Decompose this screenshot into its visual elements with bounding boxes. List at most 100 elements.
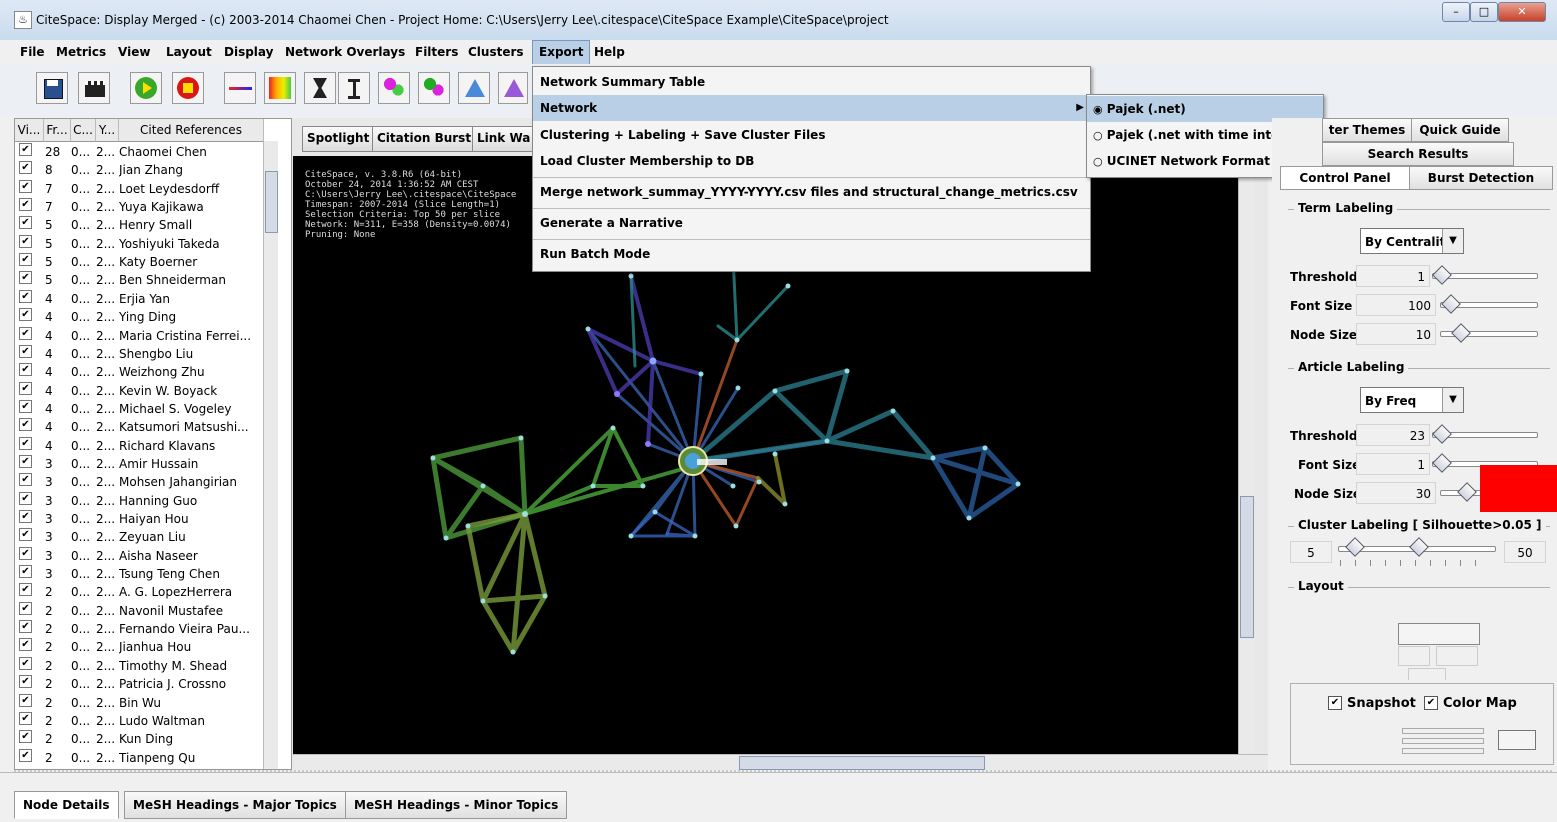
menu-view[interactable]: View [112,40,156,64]
table-row[interactable]: ✔ 3 0... 2... Aisha Naseer [15,546,277,565]
header-year[interactable]: Y... [96,119,119,142]
table-row[interactable]: ✔ 4 0... 2... Ying Ding [15,308,277,326]
header-cited-references[interactable]: Cited References [119,119,264,142]
visible-checkbox[interactable]: ✔ [19,418,32,432]
line-icon[interactable] [224,72,256,104]
table-row[interactable]: ✔ 28 0... 2... Chaomei Chen [15,143,277,161]
table-row[interactable]: ✔ 2 0... 2... Tianpeng Qu [15,748,277,767]
cluster-green-icon[interactable] [418,72,450,104]
table-row[interactable]: ✔ 4 0... 2... Richard Klavans [15,436,277,455]
save-icon[interactable] [36,72,68,104]
header-visible[interactable]: Vi... [15,119,44,142]
table-row[interactable]: ✔ 2 0... 2... Fernando Vieira Pau... [15,620,277,638]
visible-checkbox[interactable]: ✔ [19,454,32,468]
term-node-size-value[interactable]: 10 [1356,323,1436,345]
menu-metrics[interactable]: Metrics [50,40,112,64]
visible-checkbox[interactable]: ✔ [19,143,32,156]
term-threshold-value[interactable]: 1 [1356,265,1430,287]
slider-thumb[interactable] [1457,482,1477,502]
tab-node-details[interactable]: Node Details [14,791,119,819]
table-row[interactable]: ✔ 2 0... 2... Patricia J. Crossno [15,675,277,693]
tab-mesh-minor-topics[interactable]: MeSH Headings - Minor Topics [345,791,568,819]
header-centrality[interactable]: C... [71,119,96,142]
table-row[interactable]: ✔ 2 0... 2... Ludo Waltman [15,711,277,730]
table-row[interactable]: ✔ 5 0... 2... Katy Boerner [15,253,277,271]
tab-quick-guide[interactable]: Quick Guide [1411,118,1509,142]
article-font-size-value[interactable]: 1 [1356,453,1430,475]
cluster-labeling-min[interactable]: 5 [1290,541,1332,563]
menu-item-merge-network-summary[interactable]: Merge network_summay_YYYY-YYYY.csv files… [533,179,1090,205]
table-row[interactable]: ✔ 2 0... 2... Kun Ding [15,730,277,748]
slider-thumb[interactable] [1432,424,1452,444]
cluster-icon[interactable] [378,72,410,104]
menu-item-network[interactable]: Network ▶ [533,95,1090,121]
table-row[interactable]: ✔ 3 0... 2... Amir Hussain [15,454,277,473]
table-row[interactable]: ✔ 7 0... 2... Yuya Kajikawa [15,198,277,216]
table-row[interactable]: ✔ 3 0... 2... Hanning Guo [15,491,277,510]
tab-burst-detection[interactable]: Burst Detection [1409,166,1553,190]
table-row[interactable]: ✔ 4 0... 2... Michael S. Vogeley [15,399,277,418]
menu-file[interactable]: File [14,40,51,64]
menu-layout[interactable]: Layout [160,40,218,64]
table-row[interactable]: ✔ 4 0... 2... Kevin W. Boyack [15,381,277,400]
article-node-size-value[interactable]: 30 [1356,482,1436,504]
table-row[interactable]: ✔ 3 0... 2... Mohsen Jahangirian [15,473,277,491]
visible-checkbox[interactable]: ✔ [19,675,32,689]
visible-checkbox[interactable]: ✔ [19,399,32,413]
citation-burst-button[interactable]: Citation Burst [372,126,477,152]
triangle-purple-icon[interactable] [498,72,528,104]
table-row[interactable]: ✔ 3 0... 2... Zeyuan Liu [15,528,277,546]
play-icon[interactable] [130,72,162,104]
table-row[interactable]: ✔ 2 0... 2... Timothy M. Shead [15,656,277,675]
clapperboard-icon[interactable] [78,72,110,104]
menu-item-generate-narrative[interactable]: Generate a Narrative [533,210,1090,236]
visible-checkbox[interactable]: ✔ [19,601,32,615]
table-row[interactable]: ✔ 2 0... 2... Navonil Mustafee [15,601,277,620]
visible-checkbox[interactable]: ✔ [19,436,32,450]
maximize-button[interactable]: □ [1470,2,1498,22]
table-row[interactable]: ✔ 4 0... 2... Weizhong Zhu [15,363,277,381]
menu-item-load-cluster-membership[interactable]: Load Cluster Membership to DB [533,148,1090,174]
visible-checkbox[interactable]: ✔ [19,620,32,634]
menu-filters[interactable]: Filters [409,40,464,64]
slider-thumb[interactable] [1432,265,1452,285]
term-font-size-value[interactable]: 100 [1356,294,1436,316]
visible-checkbox[interactable]: ✔ [19,363,32,377]
triangle-icon[interactable] [458,72,490,104]
slider-thumb-low[interactable] [1345,537,1365,557]
slider-thumb[interactable] [1451,323,1471,343]
color-map-checkbox[interactable]: ✔ [1424,696,1438,710]
slider-thumb[interactable] [1441,294,1461,314]
slider-thumb-high[interactable] [1409,537,1429,557]
table-row[interactable]: ✔ 2 0... 2... A. G. LopezHerrera [15,583,277,601]
visible-checkbox[interactable]: ✔ [19,344,32,358]
timeline-icon[interactable] [338,72,370,104]
tab-control-panel[interactable]: Control Panel [1280,166,1410,190]
stop-icon[interactable] [172,72,204,104]
header-frequency[interactable]: Fr... [44,119,71,142]
table-row[interactable]: ✔ 4 0... 2... Maria Cristina Ferrei... [15,326,277,345]
tab-cluster-themes[interactable]: ter Themes [1322,118,1412,142]
visible-checkbox[interactable]: ✔ [19,326,32,340]
table-row[interactable]: ✔ 3 0... 2... Haiyan Hou [15,510,277,528]
tab-mesh-major-topics[interactable]: MeSH Headings - Major Topics [124,791,346,819]
visible-checkbox[interactable]: ✔ [19,748,32,762]
menu-item-clustering-labeling[interactable]: Clustering + Labeling + Save Cluster Fil… [533,122,1090,148]
menu-item-network-summary-table[interactable]: Network Summary Table [533,69,1090,95]
menu-display[interactable]: Display [218,40,279,64]
visible-checkbox[interactable]: ✔ [19,711,32,725]
table-row[interactable]: ✔ 2 0... 2... Jianhua Hou [15,638,277,656]
table-row[interactable]: ✔ 4 0... 2... Shengbo Liu [15,344,277,363]
table-row[interactable]: ✔ 4 0... 2... Katsumori Matsushi... [15,418,277,436]
article-threshold-value[interactable]: 23 [1356,424,1430,446]
visible-checkbox[interactable]: ✔ [19,656,32,670]
table-row[interactable]: ✔ 8 0... 2... Jian Zhang [15,161,277,179]
spotlight-button[interactable]: Spotlight [302,126,375,152]
visible-checkbox[interactable]: ✔ [19,491,32,505]
table-row[interactable]: ✔ 5 0... 2... Henry Small [15,216,277,234]
visible-checkbox[interactable]: ✔ [19,308,32,322]
menu-help[interactable]: Help [588,40,631,64]
menu-network-overlays[interactable]: Network Overlays [279,40,411,64]
table-row[interactable]: ✔ 5 0... 2... Ben Shneiderman [15,271,277,289]
visible-checkbox[interactable]: ✔ [19,528,32,542]
